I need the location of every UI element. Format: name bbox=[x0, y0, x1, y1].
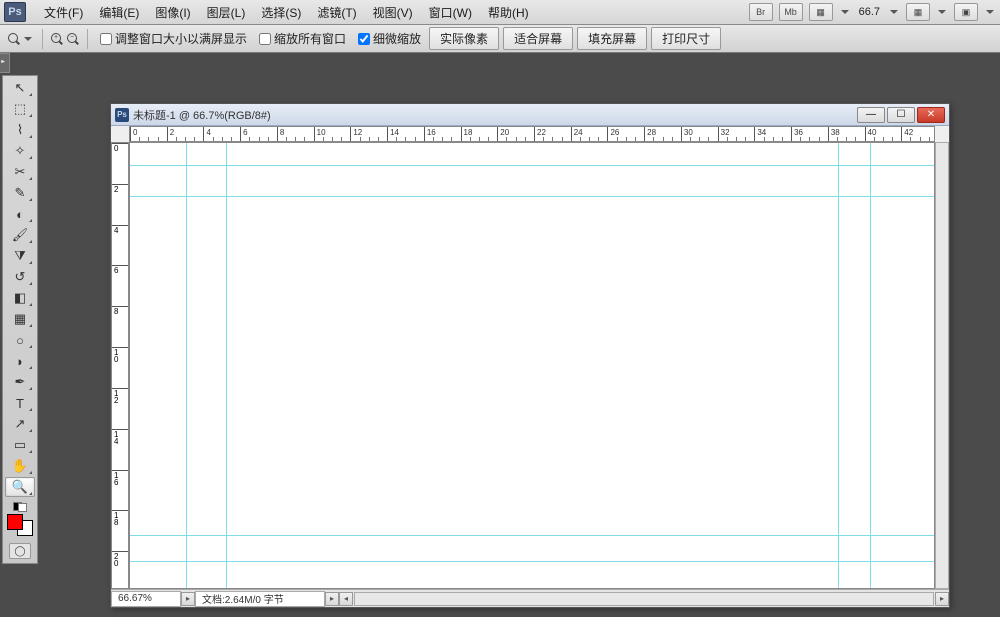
zoom-display[interactable]: 66.7 bbox=[857, 6, 882, 18]
tool-crop[interactable]: ✂ bbox=[5, 162, 35, 182]
tool-marquee[interactable]: ⬚ bbox=[5, 99, 35, 119]
status-zoom-arrow[interactable]: ▸ bbox=[181, 592, 195, 606]
guide-vertical[interactable] bbox=[838, 143, 839, 588]
resize-window-label: 调整窗口大小以满屏显示 bbox=[115, 30, 247, 47]
menu-filter[interactable]: 滤镜(T) bbox=[309, 4, 364, 21]
tool-gradient[interactable]: ▦ bbox=[5, 309, 35, 329]
workspace: ↖⬚⌇✧✂✎◐🖌⧩↺◧▦○◗✒T↗▭✋🔍 ◯ Ps 未标题-1 @ 66.7%(R… bbox=[0, 53, 1000, 617]
document-titlebar[interactable]: Ps 未标题-1 @ 66.7%(RGB/8#) — ☐ ✕ bbox=[111, 104, 949, 126]
guide-vertical[interactable] bbox=[870, 143, 871, 588]
tool-brush[interactable]: 🖌 bbox=[5, 225, 35, 245]
workspace-icon[interactable]: ▣ bbox=[954, 3, 978, 21]
screen-mode-dropdown-icon[interactable] bbox=[839, 6, 851, 18]
menu-window[interactable]: 窗口(W) bbox=[421, 4, 480, 21]
tool-pen[interactable]: ✒ bbox=[5, 372, 35, 392]
guide-horizontal[interactable] bbox=[130, 165, 934, 166]
status-bar: 66.67% ▸ 文档:2.64M/0 字节 ▸ ◂ ▸ bbox=[111, 589, 949, 607]
bridge-icon[interactable]: Br bbox=[749, 3, 773, 21]
default-colors-icon[interactable] bbox=[13, 502, 27, 512]
ruler-horizontal[interactable]: 0246810121416182022242628303234363840424… bbox=[129, 126, 935, 142]
zoom-in-chip[interactable] bbox=[51, 33, 63, 45]
minibridge-icon[interactable]: Mb bbox=[779, 3, 803, 21]
separator bbox=[42, 29, 43, 49]
scrollbar-vertical[interactable] bbox=[935, 142, 949, 589]
menu-view[interactable]: 视图(V) bbox=[365, 4, 421, 21]
tool-dodge[interactable]: ◗ bbox=[5, 351, 35, 371]
tool-eyedropper[interactable]: ✎ bbox=[5, 183, 35, 203]
tool-healing[interactable]: ◐ bbox=[5, 204, 35, 224]
options-bar: 调整窗口大小以满屏显示 缩放所有窗口 细微缩放 实际像素 适合屏幕 填充屏幕 打… bbox=[0, 25, 1000, 53]
tool-history-brush[interactable]: ↺ bbox=[5, 267, 35, 287]
canvas[interactable] bbox=[129, 142, 935, 589]
current-tool-chip[interactable] bbox=[8, 33, 34, 45]
menu-layer[interactable]: 图层(L) bbox=[199, 4, 254, 21]
maximize-button[interactable]: ☐ bbox=[887, 107, 915, 123]
zoom-in-icon bbox=[51, 33, 63, 45]
tool-lasso[interactable]: ⌇ bbox=[5, 120, 35, 140]
status-info-arrow[interactable]: ▸ bbox=[325, 592, 339, 606]
document-window: Ps 未标题-1 @ 66.7%(RGB/8#) — ☐ ✕ 024681012… bbox=[110, 103, 950, 608]
status-doc-info[interactable]: 文档:2.64M/0 字节 bbox=[195, 591, 325, 607]
zoom-all-label: 缩放所有窗口 bbox=[274, 30, 346, 47]
tool-move[interactable]: ↖ bbox=[5, 78, 35, 98]
ruler-vertical[interactable]: 0246810121416182022 bbox=[111, 142, 129, 589]
guide-horizontal[interactable] bbox=[130, 196, 934, 197]
scroll-right-arrow[interactable]: ▸ bbox=[935, 592, 949, 606]
arrange-icon[interactable]: ▦ bbox=[906, 3, 930, 21]
menu-bar: Ps 文件(F) 编辑(E) 图像(I) 图层(L) 选择(S) 滤镜(T) 视… bbox=[0, 0, 1000, 25]
print-size-button[interactable]: 打印尺寸 bbox=[651, 27, 721, 50]
menu-image[interactable]: 图像(I) bbox=[147, 4, 198, 21]
tool-type[interactable]: T bbox=[5, 393, 35, 413]
tool-magic-wand[interactable]: ✧ bbox=[5, 141, 35, 161]
scroll-left-arrow[interactable]: ◂ bbox=[339, 592, 353, 606]
close-button[interactable]: ✕ bbox=[917, 107, 945, 123]
color-swatches bbox=[5, 498, 35, 540]
fit-screen-button[interactable]: 适合屏幕 bbox=[503, 27, 573, 50]
separator bbox=[87, 29, 88, 49]
swap-colors[interactable] bbox=[7, 514, 33, 536]
workspace-dropdown-icon[interactable] bbox=[984, 6, 996, 18]
zoom-icon bbox=[8, 33, 20, 45]
document-icon: Ps bbox=[115, 108, 129, 122]
resize-window-checkbox[interactable]: 调整窗口大小以满屏显示 bbox=[96, 30, 251, 47]
screen-mode-icon[interactable]: ▦ bbox=[809, 3, 833, 21]
scrubby-zoom-label: 细微缩放 bbox=[373, 30, 421, 47]
tool-blur[interactable]: ○ bbox=[5, 330, 35, 350]
guide-vertical[interactable] bbox=[186, 143, 187, 588]
tool-zoom[interactable]: 🔍 bbox=[5, 477, 35, 497]
menu-help[interactable]: 帮助(H) bbox=[480, 4, 537, 21]
tool-hand[interactable]: ✋ bbox=[5, 456, 35, 476]
scrollbar-horizontal[interactable] bbox=[354, 592, 934, 606]
zoom-out-chip[interactable] bbox=[67, 33, 79, 45]
document-title: 未标题-1 @ 66.7%(RGB/8#) bbox=[133, 107, 271, 123]
guide-vertical[interactable] bbox=[226, 143, 227, 588]
zoom-all-box[interactable] bbox=[259, 33, 271, 45]
toolbox: ↖⬚⌇✧✂✎◐🖌⧩↺◧▦○◗✒T↗▭✋🔍 ◯ bbox=[2, 75, 38, 564]
zoom-dropdown-icon[interactable] bbox=[888, 6, 900, 18]
scrubby-zoom-checkbox[interactable]: 细微缩放 bbox=[354, 30, 425, 47]
minimize-button[interactable]: — bbox=[857, 107, 885, 123]
resize-window-box[interactable] bbox=[100, 33, 112, 45]
tool-path[interactable]: ↗ bbox=[5, 414, 35, 434]
guide-horizontal[interactable] bbox=[130, 561, 934, 562]
app-logo: Ps bbox=[4, 2, 26, 22]
foreground-color[interactable] bbox=[7, 514, 23, 530]
actual-pixels-button[interactable]: 实际像素 bbox=[429, 27, 499, 50]
scrubby-zoom-box[interactable] bbox=[358, 33, 370, 45]
arrange-dropdown-icon[interactable] bbox=[936, 6, 948, 18]
zoom-all-checkbox[interactable]: 缩放所有窗口 bbox=[255, 30, 350, 47]
fill-screen-button[interactable]: 填充屏幕 bbox=[577, 27, 647, 50]
status-zoom[interactable]: 66.67% bbox=[111, 591, 181, 607]
zoom-out-icon bbox=[67, 33, 79, 45]
tool-shape[interactable]: ▭ bbox=[5, 435, 35, 455]
menu-select[interactable]: 选择(S) bbox=[253, 4, 309, 21]
quickmask-button[interactable]: ◯ bbox=[9, 543, 31, 559]
guide-horizontal[interactable] bbox=[130, 535, 934, 536]
tool-eraser[interactable]: ◧ bbox=[5, 288, 35, 308]
tool-preset-dropdown-icon[interactable] bbox=[22, 33, 34, 45]
panel-collapse-tab[interactable] bbox=[0, 53, 10, 73]
tool-stamp[interactable]: ⧩ bbox=[5, 246, 35, 266]
menu-edit[interactable]: 编辑(E) bbox=[91, 4, 147, 21]
menu-file[interactable]: 文件(F) bbox=[36, 4, 91, 21]
